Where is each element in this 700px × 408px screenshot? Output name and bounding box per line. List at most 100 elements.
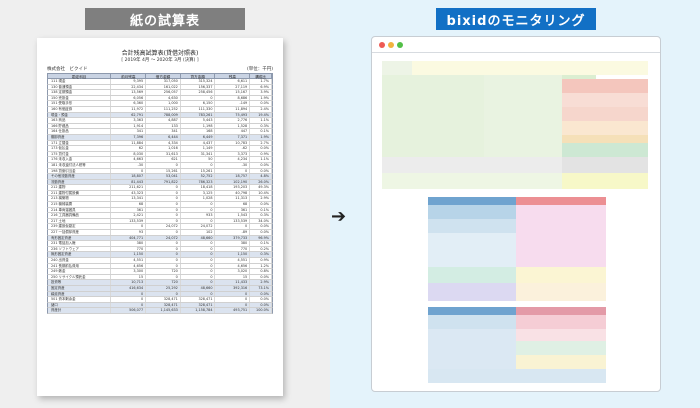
summary-peach-1 xyxy=(562,121,648,135)
table-cell: 3,373 xyxy=(215,151,251,157)
table-cell: 繰延資産 xyxy=(48,291,112,297)
table-cell: 1,149 xyxy=(181,146,216,151)
summary-pink-2 xyxy=(562,93,648,107)
maximize-dot-icon[interactable] xyxy=(397,42,403,48)
table-cell: 6,611 xyxy=(215,79,251,84)
bixid-monitoring-header: bixidのモニタリング xyxy=(436,8,596,30)
table-cell: 43,323 xyxy=(111,190,147,196)
table-cell: -30 xyxy=(215,162,251,168)
summary-header-band xyxy=(382,61,648,75)
table-cell: 68 xyxy=(215,202,251,207)
table-cell: 6,056 xyxy=(111,95,147,101)
table-cell: 2,776 xyxy=(215,118,251,123)
table-cell: 48,660 xyxy=(181,235,216,241)
table-cell: 111,330 xyxy=(181,106,216,112)
column-header: 残高 xyxy=(215,74,251,79)
table-cell: 211 建物付属設備 xyxy=(48,190,112,196)
table-cell: 0.3% xyxy=(250,213,272,218)
table-cell: 24,072 xyxy=(181,224,216,230)
table-cell: 2,421 xyxy=(111,213,147,218)
table-cell: 173 仮払金 xyxy=(48,146,112,151)
table-cell: 96.9% xyxy=(250,235,272,241)
table-cell: 0 xyxy=(215,302,251,308)
table-cell: 10.4% xyxy=(250,190,272,196)
table-cell: 786,323 xyxy=(181,179,216,185)
table-cell: 317,050 xyxy=(146,79,181,84)
table-cell: その他流動資産 xyxy=(48,174,112,179)
table-cell: 239 建設仮勘定 xyxy=(48,224,112,230)
minimize-dot-icon[interactable] xyxy=(388,42,394,48)
table-cell: 501 資本剰余金 xyxy=(48,297,112,302)
table-cell: 52,752 xyxy=(181,174,216,179)
table-cell: 198 貸倒引当金 xyxy=(48,168,112,174)
table-cell: 0 xyxy=(111,302,147,308)
table-cell: 0 xyxy=(181,269,216,274)
table-cell: 6,449 xyxy=(181,134,216,140)
table-cell: 0 xyxy=(215,291,251,297)
table-cell: 諸口 xyxy=(48,302,112,308)
table-cell: 6,150 xyxy=(181,101,216,106)
table-cell: 0.0% xyxy=(250,230,272,235)
table-cell: 棚卸資産 xyxy=(48,134,112,140)
table-cell: 24,072 xyxy=(146,235,181,241)
table-cell: 379,733 xyxy=(215,235,251,241)
table-cell: 投資等 xyxy=(48,280,112,285)
table-cell: 788,009 xyxy=(146,112,181,118)
table-cell: 0 xyxy=(146,241,181,246)
table-cell: 0 xyxy=(146,218,181,224)
table-cell: 791,822 xyxy=(146,179,181,185)
table-cell: 27,119 xyxy=(215,84,251,90)
comparison-cream-row xyxy=(516,283,606,301)
table-cell: 0 xyxy=(146,291,181,297)
table-cell: 1,198 xyxy=(181,123,216,129)
summary-pink-3 xyxy=(562,107,648,121)
table-cell: 0 xyxy=(181,218,216,224)
table-cell: 0 xyxy=(181,274,216,280)
table-cell: 5,443 xyxy=(181,118,216,123)
table-cell: 3,300 xyxy=(111,269,147,274)
table-cell: 62 xyxy=(111,146,147,151)
table-cell: 4.8% xyxy=(250,174,272,179)
table-cell: 133,539 xyxy=(215,218,251,224)
table-cell: 0.3% xyxy=(250,123,272,129)
table-cell: 215 機械装置 xyxy=(48,202,112,207)
summary-green-row xyxy=(562,143,648,157)
table-cell: 231 電話加入権 xyxy=(48,241,112,246)
comparison-pink-area xyxy=(516,205,606,267)
table-cell: 1,528 xyxy=(215,123,251,129)
table-cell: 13,341 xyxy=(111,196,147,202)
table-cell: 256,057 xyxy=(146,90,181,95)
table-cell: 328,471 xyxy=(146,302,181,308)
table-cell: 328,471 xyxy=(181,297,216,302)
table-cell: 111 現金 xyxy=(48,79,112,84)
table-cell: 0 xyxy=(111,168,147,174)
column-header: 勘定科目 xyxy=(48,74,112,79)
table-cell: 22,434 xyxy=(111,84,147,90)
comparison2-blue-1 xyxy=(428,315,516,329)
table-cell: 506,077 xyxy=(111,308,147,313)
table-cell: -62 xyxy=(215,146,251,151)
table-cell: 3,125 xyxy=(181,190,216,196)
table-cell: 328,471 xyxy=(181,302,216,308)
table-cell: 0.1% xyxy=(250,207,272,213)
table-cell: 7,396 xyxy=(111,134,147,140)
document-title: 合計残高試算表(貸借対照表) xyxy=(121,50,199,57)
table-cell: 258,456 xyxy=(181,90,216,95)
table-cell: 0.9% xyxy=(250,151,272,157)
table-cell: 130 普通預金 xyxy=(48,84,112,90)
table-cell: 0 xyxy=(146,185,181,190)
document-unit: (単位：千円) xyxy=(246,67,273,72)
comparison2-yellow xyxy=(516,355,606,369)
document-company: 株式会社 ビクイド xyxy=(47,67,88,72)
table-cell: 81,443 xyxy=(111,179,147,185)
table-cell: 0.0% xyxy=(250,291,272,297)
table-cell: 227 一括償却資産 xyxy=(48,230,112,235)
table-cell: 380 xyxy=(111,241,147,246)
table-cell: 1,543 xyxy=(215,213,251,218)
table-cell: 216 工具器具備品 xyxy=(48,213,112,218)
close-dot-icon[interactable] xyxy=(379,42,385,48)
comparison2-blue-2 xyxy=(428,329,516,369)
table-cell: 176 未収入金 xyxy=(48,157,112,162)
arrow-right-icon: ➔ xyxy=(331,206,347,227)
table-cell: 40,798 xyxy=(215,190,251,196)
